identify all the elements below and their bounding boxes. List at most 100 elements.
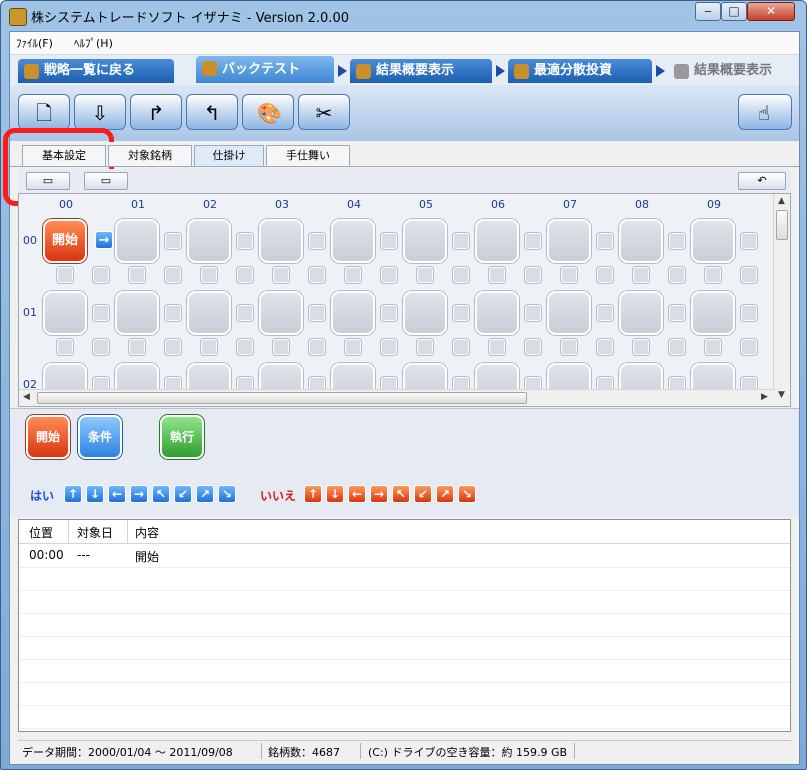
grid-cell[interactable]: [403, 291, 447, 335]
yes-arrow-7[interactable]: ↘: [218, 485, 236, 503]
grid-link-slot[interactable]: [597, 339, 613, 355]
grid-cell[interactable]: [331, 219, 375, 263]
grid-link-slot[interactable]: [453, 339, 469, 355]
grid-link-slot[interactable]: [561, 267, 577, 283]
no-arrow-2[interactable]: ←: [348, 485, 366, 503]
grid-link-slot[interactable]: [129, 339, 145, 355]
grid-link-slot[interactable]: [237, 267, 253, 283]
grid-link-slot[interactable]: [705, 267, 721, 283]
settings-button[interactable]: ✂: [298, 94, 350, 130]
grid-link-slot[interactable]: [741, 233, 757, 249]
grid-link-slot[interactable]: [165, 233, 181, 249]
run-button[interactable]: ☝: [738, 94, 792, 130]
list-row[interactable]: [19, 705, 790, 729]
grid-link-slot[interactable]: [705, 339, 721, 355]
grid-link-slot[interactable]: [309, 339, 325, 355]
list-row[interactable]: [19, 682, 790, 706]
grid-cell[interactable]: [475, 219, 519, 263]
grid-link-slot[interactable]: [525, 339, 541, 355]
minimize-button[interactable]: ‒: [695, 2, 721, 21]
header-content[interactable]: 内容: [135, 524, 159, 541]
grid-cell[interactable]: [115, 291, 159, 335]
grid-link-slot[interactable]: [453, 267, 469, 283]
palette-start-node[interactable]: 開始: [26, 415, 70, 459]
grid-link-slot[interactable]: [237, 305, 253, 321]
grid-link-slot[interactable]: [741, 267, 757, 283]
yes-arrow-1[interactable]: ↓: [86, 485, 104, 503]
grid-link-slot[interactable]: [417, 267, 433, 283]
grid-link-slot[interactable]: [129, 267, 145, 283]
grid-link-slot[interactable]: [381, 339, 397, 355]
grid-link-slot[interactable]: [165, 305, 181, 321]
flow-grid[interactable]: 開始 → 00 01 02 03 04 05 06 07 08 09 00 01 02 ▲ ▼ ◀ ▶: [18, 193, 791, 407]
grid-cell[interactable]: [43, 291, 87, 335]
insert-row-button[interactable]: ▭: [26, 172, 70, 190]
no-arrow-6[interactable]: ↗: [436, 485, 454, 503]
grid-link-slot[interactable]: [237, 233, 253, 249]
yes-arrow-5[interactable]: ↙: [174, 485, 192, 503]
grid-link-slot[interactable]: [165, 267, 181, 283]
grid-link-slot[interactable]: [633, 267, 649, 283]
no-arrow-7[interactable]: ↘: [458, 485, 476, 503]
grid-link-slot[interactable]: [309, 233, 325, 249]
grid-link-slot[interactable]: [345, 267, 361, 283]
grid-link-slot[interactable]: [201, 267, 217, 283]
grid-cell[interactable]: [331, 291, 375, 335]
grid-link-slot[interactable]: [93, 305, 109, 321]
grid-link-slot[interactable]: [237, 339, 253, 355]
start-node[interactable]: 開始: [43, 219, 87, 263]
list-row[interactable]: [19, 659, 790, 683]
list-row[interactable]: [19, 567, 790, 591]
menu-help[interactable]: ﾍﾙﾌﾟ(H): [74, 35, 113, 51]
tab-exit[interactable]: 手仕舞い: [266, 145, 350, 166]
grid-link-slot[interactable]: [381, 233, 397, 249]
grid-cell[interactable]: [619, 291, 663, 335]
grid-cell[interactable]: [691, 291, 735, 335]
grid-link-slot[interactable]: [273, 267, 289, 283]
grid-cell[interactable]: [619, 219, 663, 263]
header-position[interactable]: 位置: [29, 524, 53, 541]
delete-row-button[interactable]: ▭: [84, 172, 128, 190]
grid-link-slot[interactable]: [309, 267, 325, 283]
grid-cell[interactable]: [403, 219, 447, 263]
grid-link-slot[interactable]: [669, 267, 685, 283]
grid-link-slot[interactable]: [525, 233, 541, 249]
grid-link-slot[interactable]: [93, 267, 109, 283]
grid-link-slot[interactable]: [57, 267, 73, 283]
grid-link-slot[interactable]: [273, 339, 289, 355]
palette-button[interactable]: 🎨: [242, 94, 294, 130]
grid-cell[interactable]: [475, 291, 519, 335]
no-arrow-0[interactable]: ↑: [304, 485, 322, 503]
grid-cell[interactable]: [115, 219, 159, 263]
palette-execute-node[interactable]: 執行: [160, 415, 204, 459]
start-arrow-node[interactable]: →: [95, 231, 113, 249]
yes-arrow-4[interactable]: ↖: [152, 485, 170, 503]
grid-cell[interactable]: [547, 291, 591, 335]
grid-link-slot[interactable]: [633, 339, 649, 355]
scroll-down-icon[interactable]: ▼: [778, 390, 785, 400]
grid-link-slot[interactable]: [669, 305, 685, 321]
yes-arrow-0[interactable]: ↑: [64, 485, 82, 503]
grid-cell[interactable]: [187, 219, 231, 263]
tab-target-stocks[interactable]: 対象銘柄: [108, 145, 192, 166]
grid-link-slot[interactable]: [669, 233, 685, 249]
grid-cell[interactable]: [547, 219, 591, 263]
import-button[interactable]: ⇩: [74, 94, 126, 130]
grid-link-slot[interactable]: [489, 339, 505, 355]
list-row[interactable]: [19, 636, 790, 660]
grid-link-slot[interactable]: [345, 339, 361, 355]
scroll-left-icon[interactable]: ◀: [23, 392, 30, 402]
tab-back-to-list[interactable]: 戦略一覧に戻る: [18, 59, 174, 83]
palette-condition-node[interactable]: 条件: [78, 415, 122, 459]
yes-arrow-2[interactable]: ←: [108, 485, 126, 503]
grid-link-slot[interactable]: [741, 339, 757, 355]
close-button[interactable]: ✕: [747, 2, 795, 21]
grid-link-slot[interactable]: [453, 233, 469, 249]
grid-link-slot[interactable]: [561, 339, 577, 355]
grid-cell[interactable]: [259, 291, 303, 335]
grid-link-slot[interactable]: [381, 267, 397, 283]
grid-link-slot[interactable]: [669, 339, 685, 355]
no-arrow-5[interactable]: ↙: [414, 485, 432, 503]
tab-basic-settings[interactable]: 基本設定: [22, 145, 106, 166]
grid-link-slot[interactable]: [597, 233, 613, 249]
